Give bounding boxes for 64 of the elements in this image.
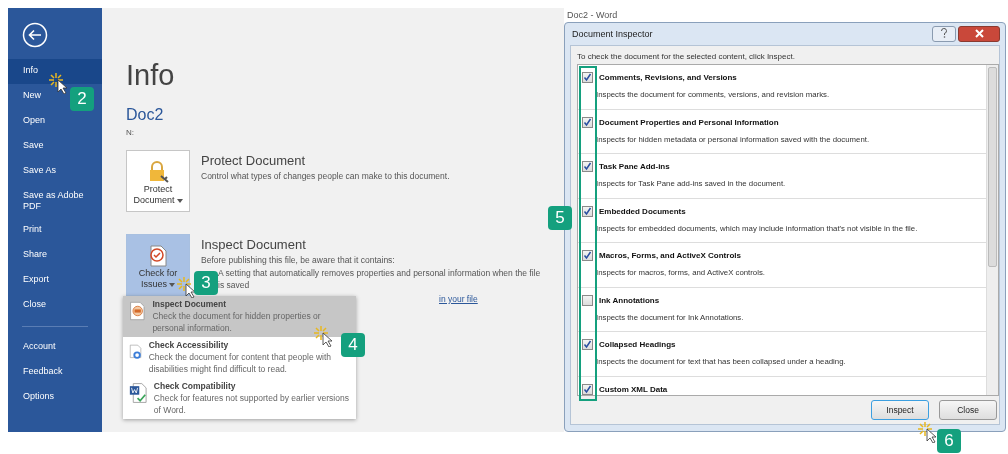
cursor-click-icon <box>917 421 939 443</box>
checkbox[interactable] <box>582 339 593 350</box>
document-name: Doc2 <box>126 106 165 124</box>
section-heading: Protect Document <box>201 153 307 168</box>
step-badge: 4 <box>341 333 365 357</box>
checkbox[interactable] <box>582 72 593 83</box>
option-title: Custom XML Data <box>599 384 668 394</box>
menu-item[interactable]: Check Compatibility Check for features not supported by earlier versions of Word. <box>123 378 356 419</box>
sidebar-item[interactable]: Share <box>8 243 60 268</box>
option-title: Document Properties and Personal Information <box>599 117 779 127</box>
caret-icon <box>176 199 183 203</box>
sidebar-item[interactable]: Close <box>8 293 58 318</box>
checkbox[interactable] <box>582 205 593 217</box>
sidebar-item[interactable]: Options <box>8 385 67 410</box>
dropdown-button[interactable]: Check for Issues <box>126 234 190 296</box>
checkbox[interactable] <box>582 294 593 306</box>
step-badge: 3 <box>194 271 218 295</box>
word-document-check-icon <box>129 381 148 405</box>
cursor-click-icon <box>48 72 70 94</box>
sidebar-item[interactable]: Export <box>8 268 61 293</box>
sidebar-item[interactable]: Save <box>8 134 56 159</box>
help-icon <box>940 28 948 38</box>
option-title: Ink Annotations <box>599 295 660 305</box>
document-path: N: <box>126 128 135 137</box>
caret-icon <box>169 283 175 287</box>
close-button[interactable] <box>958 26 1000 42</box>
step-badge: 5 <box>548 206 572 230</box>
option-title: Macros, Forms, and ActiveX Controls <box>599 251 741 260</box>
help-button[interactable] <box>932 26 956 42</box>
cursor-click-icon <box>313 325 335 347</box>
page-title: Info <box>126 58 176 92</box>
step-badge: 2 <box>70 87 94 111</box>
sidebar-item[interactable]: Save As <box>8 159 69 184</box>
menu-item[interactable]: Inspect Document Check the document for hidden properties or personal information. <box>123 296 356 337</box>
link[interactable]: in your file <box>439 294 546 304</box>
checkbox[interactable] <box>582 383 593 395</box>
section-heading: Inspect Document <box>201 237 307 252</box>
checkbox[interactable] <box>582 116 593 128</box>
sidebar-item[interactable]: Open <box>8 109 58 134</box>
sidebar-item[interactable]: Save as Adobe PDF <box>8 184 102 218</box>
instruction-text: To check the document for the selected content, click Inspect. <box>577 52 796 63</box>
scrollbar[interactable] <box>986 65 998 395</box>
sidebar-item[interactable]: Print <box>8 218 54 243</box>
sidebar-item[interactable]: New <box>8 84 53 109</box>
close-icon <box>974 28 984 38</box>
sidebar-item[interactable]: Info <box>8 59 102 84</box>
dropdown-button[interactable]: Protect Document <box>126 150 190 212</box>
section-description: Control what types of changes people can make to this document. <box>201 171 450 181</box>
dialog-button[interactable]: Close <box>939 400 997 420</box>
option-title: Collapsed Headings <box>599 340 676 349</box>
option-title: Comments, Revisions, and Versions <box>599 73 737 82</box>
option-title: Task Pane Add-ins <box>599 162 670 171</box>
dialog-title: Document Inspector <box>571 29 654 39</box>
dialog-button[interactable]: Inspect <box>871 400 929 420</box>
bullet-text: A setting that automatically removes properties and personal information when the file is saved <box>218 267 542 291</box>
sidebar-item[interactable]: Feedback <box>8 360 75 385</box>
window-caption: Doc2 - Word <box>566 10 619 22</box>
section-description: Before publishing this file, be aware that it contains: <box>201 255 396 265</box>
checkbox[interactable] <box>582 250 593 261</box>
sidebar-item[interactable]: Account <box>8 335 68 360</box>
document-inspect-icon <box>129 299 147 323</box>
checkbox[interactable] <box>582 161 593 172</box>
step-badge: 6 <box>937 429 961 453</box>
option-title: Embedded Documents <box>599 206 686 216</box>
